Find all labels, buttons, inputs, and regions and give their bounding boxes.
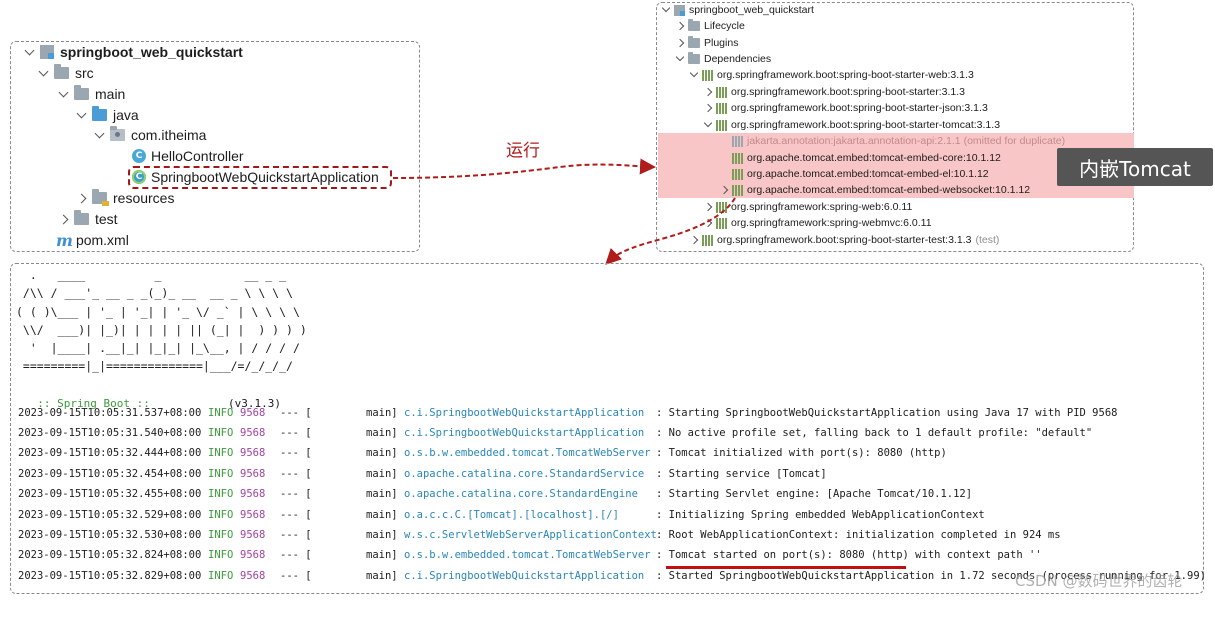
log-line: 2023-09-15T10:05:32.829+08:00 INFO 9568 ---…	[18, 570, 1206, 582]
log-line: 2023-09-15T10:05:32.529+08:00 INFO 9568 ---…	[18, 509, 985, 521]
run-annotation: 运行	[506, 141, 540, 161]
spring-banner: . ____ _ __ _ _ /\\ / ___'_ __ _ _(_)_ _…	[16, 268, 307, 374]
log-line-tomcat-started: 2023-09-15T10:05:32.824+08:00 INFO 9568 ---…	[18, 549, 1042, 561]
log-line: 2023-09-15T10:05:31.540+08:00 INFO 9568 ---…	[18, 427, 1093, 439]
log-line: 2023-09-15T10:05:32.454+08:00 INFO 9568 ---…	[18, 468, 827, 480]
log-line: 2023-09-15T10:05:32.530+08:00 INFO 9568 ---…	[18, 529, 1061, 541]
run-arrow	[392, 158, 656, 179]
tomcat-started-underline	[666, 566, 906, 569]
log-line: 2023-09-15T10:05:31.537+08:00 INFO 9568 ---…	[18, 407, 1118, 419]
log-line: 2023-09-15T10:05:32.455+08:00 INFO 9568 ---…	[18, 488, 973, 500]
tomcat-to-console-arrow	[605, 197, 736, 265]
log-line: 2023-09-15T10:05:32.444+08:00 INFO 9568 ---…	[18, 447, 947, 459]
watermark: CSDN @数码世界的齿轮	[1015, 572, 1183, 590]
